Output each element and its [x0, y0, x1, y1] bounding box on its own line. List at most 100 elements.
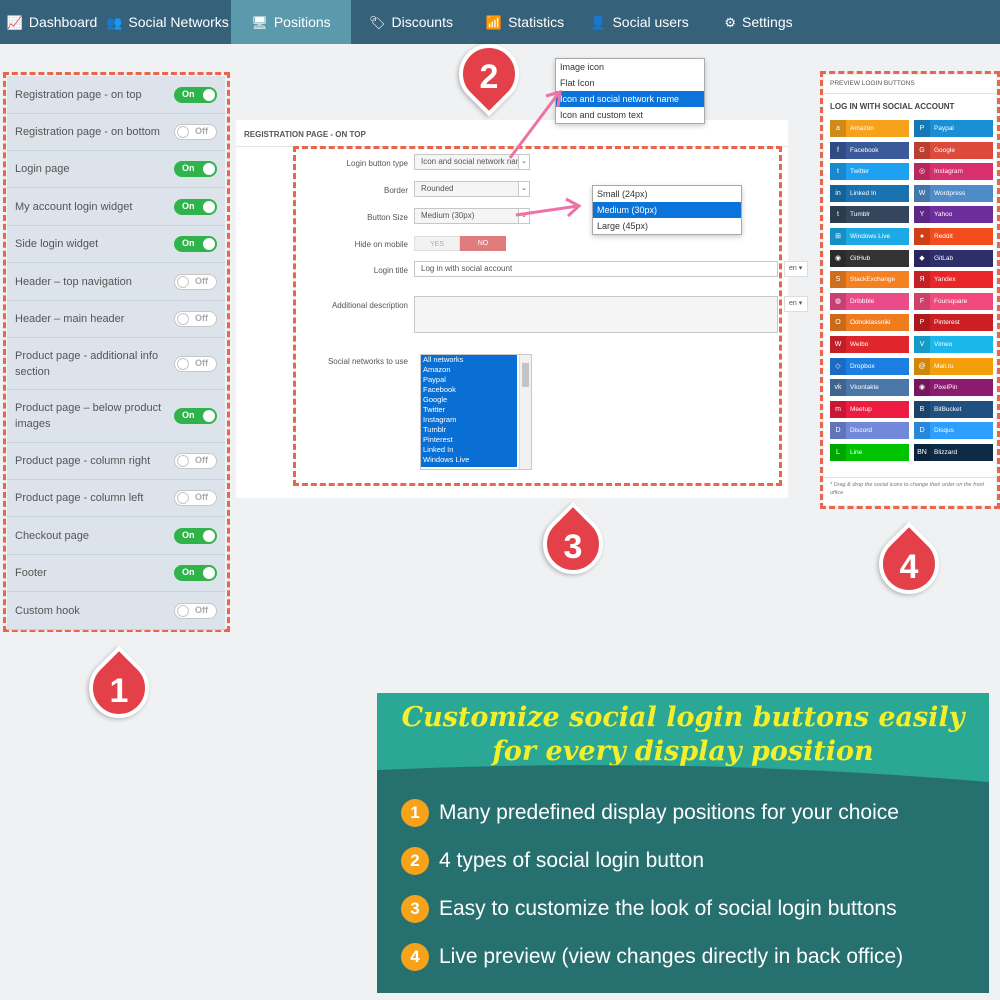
social-button-yahoo[interactable]: Y Yahoo — [914, 206, 993, 224]
social-button-label: PixelPin — [934, 384, 958, 392]
dropdown-option[interactable]: Icon and custom text — [556, 107, 704, 123]
social-button-mailru[interactable]: @ Mail.ru — [914, 357, 993, 375]
social-button-instagram[interactable]: ◎ Instagram — [914, 163, 993, 181]
feature-item: 4 Live preview (view changes directly in … — [401, 943, 903, 971]
social-button-meetup[interactable]: m Meetup — [830, 400, 909, 418]
social-button-linkedin[interactable]: in Linked In — [830, 184, 909, 202]
social-button-foursquare[interactable]: F Foursquare — [914, 292, 993, 310]
position-toggle[interactable]: On — [174, 198, 217, 215]
position-toggle[interactable]: Off — [174, 602, 217, 619]
feature-number: 4 — [401, 943, 429, 971]
social-button-label: Mail.ru — [934, 362, 954, 370]
social-button-twitter[interactable]: t Twitter — [830, 163, 909, 181]
gitlab-icon: ◆ — [914, 249, 930, 267]
social-button-amazon[interactable]: a Amazon — [830, 120, 909, 137]
social-button-pinterest[interactable]: P Pinterest — [914, 314, 993, 332]
toggle-text: On — [182, 200, 195, 211]
bitbucket-icon: B — [914, 400, 930, 418]
toggle-knob — [203, 200, 215, 213]
social-button-yandex[interactable]: Я Yandex — [914, 271, 993, 289]
preview-header: PREVIEW LOGIN BUTTONS — [830, 80, 915, 87]
social-button-label: BitBucket — [934, 405, 962, 413]
social-button-blizzard[interactable]: BN Blizzard — [914, 444, 993, 461]
social-button-pixelpin[interactable]: ◉ PixelPin — [914, 379, 993, 397]
pixelpin-icon: ◉ — [914, 379, 930, 397]
position-row: Footer On — [7, 555, 225, 592]
position-toggle[interactable]: Off — [174, 273, 217, 290]
social-button-github[interactable]: ◉ GitHub — [830, 249, 909, 267]
position-row: Header – top navigation Off — [7, 263, 225, 301]
position-label: Login page — [15, 163, 70, 175]
social-button-windowslive[interactable]: ⊞ Windows Live — [830, 228, 909, 245]
feature-text: Live preview (view changes directly in b… — [439, 945, 904, 968]
tumblr-icon: t — [830, 206, 846, 224]
button-size-dropdown[interactable]: Small (24px) Medium (30px) Large (45px) — [592, 185, 742, 235]
tab-settings[interactable]: ⚙ Settings — [700, 0, 817, 44]
social-button-line[interactable]: L Line — [830, 444, 909, 461]
social-button-dropbox[interactable]: ◇ Dropbox — [830, 357, 909, 375]
social-button-facebook[interactable]: f Facebook — [830, 141, 909, 159]
toggle-knob — [177, 126, 189, 138]
toggle-text: Off — [195, 275, 208, 286]
social-button-dribbble[interactable]: ◍ Dribbble — [830, 292, 909, 310]
social-button-weibo[interactable]: W Weibo — [830, 336, 909, 353]
position-toggle[interactable]: On — [174, 527, 217, 544]
position-toggle[interactable]: On — [174, 565, 217, 581]
tab-social-networks[interactable]: 👥 Social Networks — [104, 0, 231, 44]
dropdown-option[interactable]: Large (45px) — [593, 218, 741, 234]
social-button-label: Line — [850, 449, 863, 456]
dropdown-option[interactable]: Medium (30px) — [593, 202, 741, 218]
social-button-gitlab[interactable]: ◆ GitLab — [914, 249, 993, 267]
position-toggle[interactable]: Off — [174, 453, 217, 469]
social-button-google[interactable]: G Google — [914, 141, 993, 159]
position-toggle[interactable]: Off — [174, 311, 217, 327]
preview-divider — [824, 93, 996, 94]
social-button-vimeo[interactable]: V Vimeo — [914, 336, 993, 353]
social-button-discord[interactable]: D Discord — [830, 422, 909, 440]
tab-dashboard[interactable]: 📈 Dashboard — [0, 0, 104, 44]
dropdown-option[interactable]: Small (24px) — [593, 186, 741, 202]
position-toggle[interactable]: On — [174, 236, 217, 252]
social-button-disqus[interactable]: D Disqus — [914, 422, 993, 440]
description-lang-select[interactable]: en ▾ — [784, 296, 808, 312]
toggle-knob — [203, 567, 215, 579]
social-button-reddit[interactable]: ● Reddit — [914, 228, 993, 245]
social-button-tumblr[interactable]: t Tumblr — [830, 206, 909, 224]
position-toggle[interactable]: On — [174, 161, 217, 177]
position-toggle[interactable]: Off — [174, 490, 217, 506]
feature-text: Easy to customize the look of social log… — [439, 897, 897, 920]
social-button-paypal[interactable]: P Paypal — [914, 120, 993, 137]
toggle-text: Off — [195, 604, 208, 615]
social-button-bitbucket[interactable]: B BitBucket — [914, 400, 993, 418]
dropdown-option[interactable]: Image icon — [556, 59, 704, 75]
social-button-label: Yahoo — [934, 211, 953, 219]
dropdown-option[interactable]: Icon and social network name — [556, 91, 704, 107]
position-toggle[interactable]: On — [174, 408, 217, 424]
feature-title-line1: Customize social login buttons easily — [401, 702, 965, 733]
social-button-wordpress[interactable]: W Wordpress — [914, 184, 993, 202]
position-toggle[interactable]: Off — [174, 124, 217, 140]
dropdown-option[interactable]: Flat Icon — [556, 75, 704, 91]
toggle-knob — [177, 275, 189, 288]
windowslive-icon: ⊞ — [830, 228, 846, 245]
login-title-lang-select[interactable]: en ▾ — [784, 261, 808, 277]
position-row: Product page - additional info section Of… — [7, 338, 225, 390]
social-button-odnoklassniki[interactable]: O Odnoklassniki — [830, 314, 909, 332]
button-type-dropdown[interactable]: Image icon Flat Icon Icon and social netwo… — [555, 58, 705, 124]
github-icon: ◉ — [830, 249, 846, 267]
yandex-icon: Я — [914, 271, 930, 289]
social-button-label: GitLab — [934, 254, 954, 262]
social-button-stackexchange[interactable]: S StackExchange — [830, 271, 909, 289]
tab-social-users[interactable]: 👤 Social users — [579, 0, 700, 44]
position-toggle[interactable]: On — [174, 86, 217, 103]
toggle-text: On — [182, 88, 195, 99]
toggle-knob — [177, 313, 189, 325]
tab-positions[interactable]: 🖥 Positions — [231, 0, 351, 44]
toggle-knob — [177, 492, 189, 504]
position-toggle[interactable]: Off — [174, 355, 217, 372]
position-row: Product page - column left Off — [7, 480, 225, 517]
feature-text: 4 types of social login button — [439, 849, 705, 872]
toggle-knob — [203, 410, 215, 422]
social-button-label: Discord — [850, 427, 873, 435]
social-button-vkontakte[interactable]: vk Vkontakte — [830, 379, 909, 397]
